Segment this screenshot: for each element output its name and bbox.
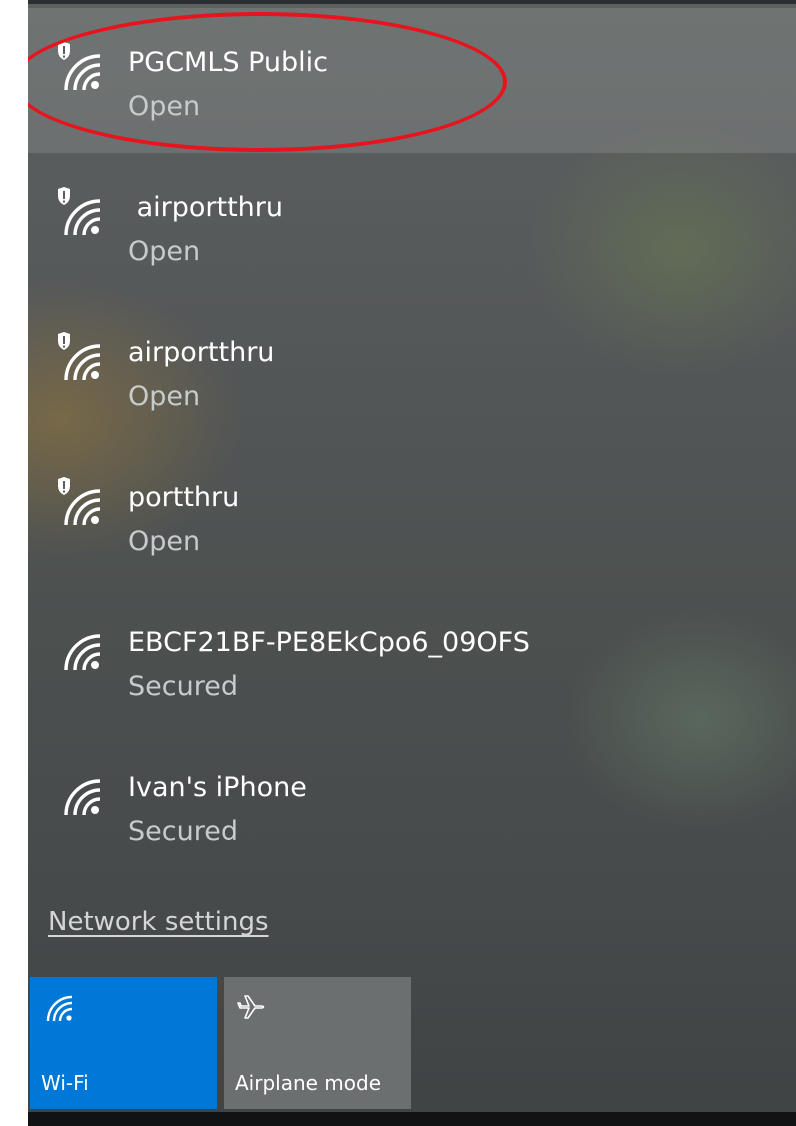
network-status: Open bbox=[128, 526, 201, 557]
network-status: Open bbox=[128, 236, 201, 267]
network-name: PGCMLS Public bbox=[128, 47, 329, 78]
network-status: Open bbox=[128, 91, 201, 122]
network-status: Secured bbox=[128, 671, 238, 702]
network-name: Ivan's iPhone bbox=[128, 772, 307, 803]
wifi-toggle-tile[interactable]: Wi-Fi bbox=[30, 977, 217, 1109]
network-name: airportthru bbox=[128, 192, 283, 223]
network-name: portthru bbox=[128, 482, 240, 513]
wifi-tile-label: Wi-Fi bbox=[41, 1071, 89, 1095]
network-name: airportthru bbox=[128, 337, 275, 368]
network-status: Open bbox=[128, 381, 201, 412]
network-item-pgcmls-public[interactable]: PGCMLS Public Open bbox=[28, 8, 796, 153]
wifi-icon bbox=[64, 634, 101, 671]
taskbar-edge bbox=[28, 1112, 796, 1126]
network-name: EBCF21BF-PE8EkCpo6_09OFS bbox=[128, 627, 530, 658]
wifi-shield-icon bbox=[58, 42, 101, 91]
network-item-airportthru-2[interactable]: airportthru Open bbox=[28, 298, 796, 443]
network-item-airportthru-1[interactable]: airportthru Open bbox=[28, 153, 796, 298]
left-margin bbox=[0, 0, 28, 1126]
network-settings-link[interactable]: Network settings bbox=[48, 906, 269, 938]
wifi-icon bbox=[46, 995, 73, 1022]
wifi-shield-icon bbox=[58, 332, 101, 381]
top-border bbox=[28, 0, 796, 4]
network-item-portthru[interactable]: portthru Open bbox=[28, 443, 796, 588]
airplane-icon bbox=[237, 995, 265, 1019]
network-status: Secured bbox=[128, 816, 238, 847]
wifi-shield-icon bbox=[58, 477, 101, 526]
wifi-icon bbox=[64, 779, 101, 816]
wifi-flyout: PGCMLS Public Open airportthru Open airp… bbox=[0, 0, 796, 1126]
network-item-ivans-iphone[interactable]: Ivan's iPhone Secured bbox=[28, 733, 796, 878]
wifi-shield-icon bbox=[58, 187, 101, 236]
airplane-tile-label: Airplane mode bbox=[235, 1071, 382, 1095]
airplane-mode-tile[interactable]: Airplane mode bbox=[224, 977, 411, 1109]
network-item-ebcf21bf[interactable]: EBCF21BF-PE8EkCpo6_09OFS Secured bbox=[28, 588, 796, 733]
